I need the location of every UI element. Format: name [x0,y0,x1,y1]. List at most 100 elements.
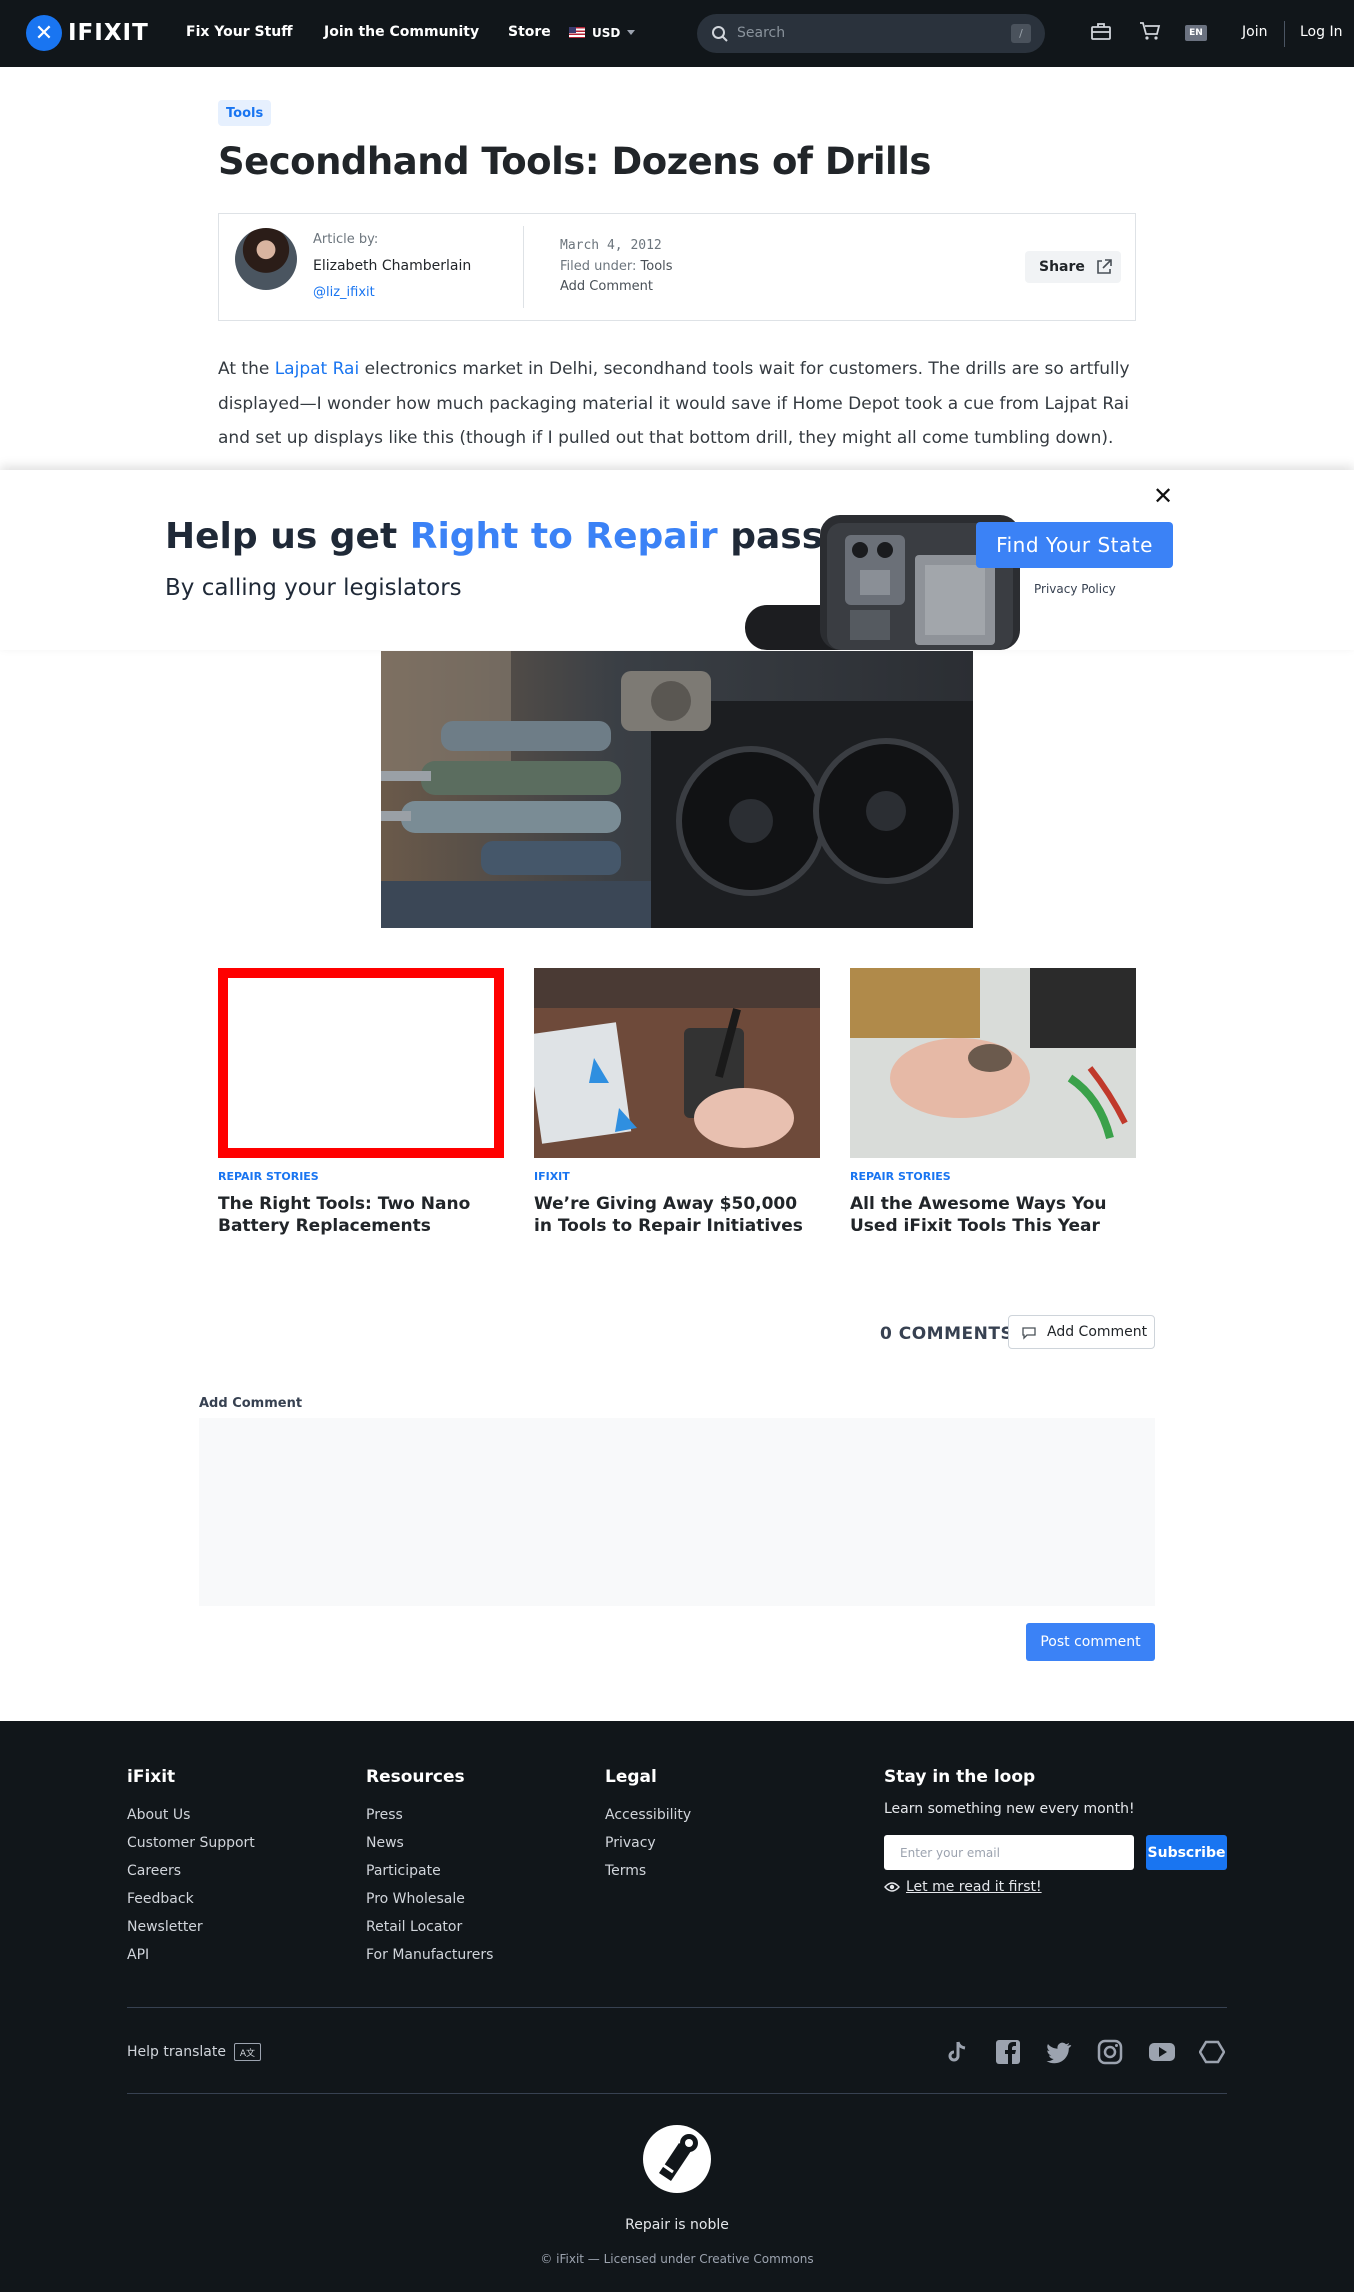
footer-link-manufacturers[interactable]: For Manufacturers [366,1941,493,1969]
footer-link-careers[interactable]: Careers [127,1857,255,1885]
help-translate-label: Help translate [127,2044,226,2060]
toolbox-icon[interactable] [1090,20,1112,42]
search-icon [712,26,728,42]
search-shortcut-key: / [1011,24,1031,43]
site-footer: iFixit About Us Customer Support Careers… [0,1721,1354,2292]
footer-link-support[interactable]: Customer Support [127,1829,255,1857]
card-image-placeholder[interactable] [218,968,504,1158]
post-comment-button[interactable]: Post comment [1026,1623,1155,1661]
add-comment-link[interactable]: Add Comment [560,279,653,294]
search-input[interactable] [737,23,987,43]
footer-column-ifixit: iFixit About Us Customer Support Careers… [127,1767,255,1969]
footer-link-participate[interactable]: Participate [366,1857,493,1885]
add-comment-form-label: Add Comment [199,1396,303,1411]
close-icon[interactable]: ✕ [1153,482,1173,510]
card-title[interactable]: We’re Giving Away $50,000 in Tools to Re… [534,1193,820,1237]
instagram-icon[interactable] [1097,2039,1123,2065]
lajpat-rai-link[interactable]: Lajpat Rai [275,359,359,379]
eye-icon [884,1882,900,1892]
author-name[interactable]: Elizabeth Chamberlain [313,258,471,274]
author-box: Article by: Elizabeth Chamberlain @liz_i… [218,213,1136,321]
footer-link-feedback[interactable]: Feedback [127,1885,255,1913]
us-flag-icon[interactable] [569,27,585,38]
footer-link-about[interactable]: About Us [127,1801,255,1829]
comment-textarea[interactable] [199,1418,1155,1606]
email-field[interactable] [884,1835,1134,1870]
add-comment-button[interactable]: Add Comment [1008,1315,1155,1349]
banner-title-highlight: Right to Repair [409,516,718,557]
related-card[interactable]: REPAIR STORIES All the Awesome Ways You … [850,968,1136,1237]
related-card[interactable]: IFIXIT We’re Giving Away $50,000 in Tool… [534,968,820,1237]
privacy-policy-link[interactable]: Privacy Policy [1034,582,1116,596]
footer-link-pro-wholesale[interactable]: Pro Wholesale [366,1885,493,1913]
author-handle[interactable]: @liz_ifixit [313,285,375,300]
nav-join-community[interactable]: Join the Community [324,24,479,40]
nav-fix-your-stuff[interactable]: Fix Your Stuff [186,24,293,40]
banner-title-prefix: Help us get [165,516,410,557]
avatar[interactable] [235,228,297,290]
footer-heading: Stay in the loop [884,1767,1036,1787]
card-image-repair-tools [534,968,820,1158]
card-title[interactable]: The Right Tools: Two Nano Battery Replac… [218,1193,504,1237]
footer-link-privacy[interactable]: Privacy [605,1829,691,1857]
footer-link-press[interactable]: Press [366,1801,493,1829]
twitter-icon[interactable] [1046,2039,1072,2065]
footer-link-news[interactable]: News [366,1829,493,1857]
card-image[interactable] [850,968,1136,1158]
footer-tagline: Repair is noble [625,2217,729,2233]
footer-link-retail-locator[interactable]: Retail Locator [366,1913,493,1941]
footer-heading: Legal [605,1767,657,1787]
banner-subtitle: By calling your legislators [165,575,462,601]
read-it-first-label: Let me read it first! [906,1879,1042,1895]
facebook-icon[interactable] [995,2039,1021,2065]
category-tag[interactable]: Tools [218,100,272,126]
footer-heading: iFixit [127,1767,176,1787]
nav-store[interactable]: Store [508,24,551,40]
hexagon-icon[interactable] [1199,2039,1225,2065]
currency-selector[interactable]: USD [592,26,620,40]
footer-link-terms[interactable]: Terms [605,1857,691,1885]
comment-icon [1022,1327,1036,1340]
language-selector[interactable]: EN [1185,25,1207,41]
footer-link-accessibility[interactable]: Accessibility [605,1801,691,1829]
ifixit-logo-icon: ✕ [26,15,62,51]
copyright-text: © iFixit — Licensed under Creative Commo… [540,2252,814,2266]
card-category[interactable]: REPAIR STORIES [218,1170,504,1183]
read-it-first-link[interactable]: Let me read it first! [884,1879,1042,1895]
drills-photo-image [381,651,973,928]
footer-link-newsletter[interactable]: Newsletter [127,1913,255,1941]
find-your-state-button[interactable]: Find Your State [976,522,1173,568]
footer-column-newsletter: Stay in the loop [884,1767,1035,1801]
search-bar[interactable]: / [697,14,1045,53]
page-title: Secondhand Tools: Dozens of Drills [218,140,931,183]
chevron-down-icon[interactable] [627,30,635,35]
card-image-hands-repair [850,968,1136,1158]
footer-column-resources: Resources Press News Participate Pro Who… [366,1767,493,1969]
external-link-icon [1097,259,1112,274]
site-header: ✕ IFIXIT Fix Your Stuff Join the Communi… [0,0,1354,67]
repair-is-noble-logo[interactable] [639,2121,715,2197]
filed-under-link[interactable]: Tools [641,259,673,274]
card-title[interactable]: All the Awesome Ways You Used iFixit Too… [850,1193,1136,1237]
help-translate-link[interactable]: Help translate A文 [127,2043,261,2061]
cart-icon[interactable] [1138,20,1162,42]
card-image[interactable] [534,968,820,1158]
card-category[interactable]: REPAIR STORIES [850,1170,1136,1183]
ifixit-logo[interactable]: ✕ IFIXIT [26,15,149,51]
add-comment-button-label: Add Comment [1047,1324,1148,1340]
footer-link-api[interactable]: API [127,1941,255,1969]
translate-icon: A文 [233,2043,261,2061]
share-label: Share [1039,259,1085,275]
subscribe-button[interactable]: Subscribe [1146,1835,1227,1870]
author-divider [523,226,524,308]
newsletter-subtitle: Learn something new every month! [884,1801,1135,1817]
card-category[interactable]: IFIXIT [534,1170,820,1183]
share-button[interactable]: Share [1025,251,1121,283]
join-link[interactable]: Join [1242,24,1267,40]
related-card[interactable]: REPAIR STORIES The Right Tools: Two Nano… [218,968,504,1237]
tiktok-icon[interactable] [944,2039,970,2065]
login-link[interactable]: Log In [1300,24,1342,40]
filed-under-label: Filed under: [560,259,637,274]
drills-photo [381,651,973,928]
youtube-icon[interactable] [1148,2039,1176,2065]
